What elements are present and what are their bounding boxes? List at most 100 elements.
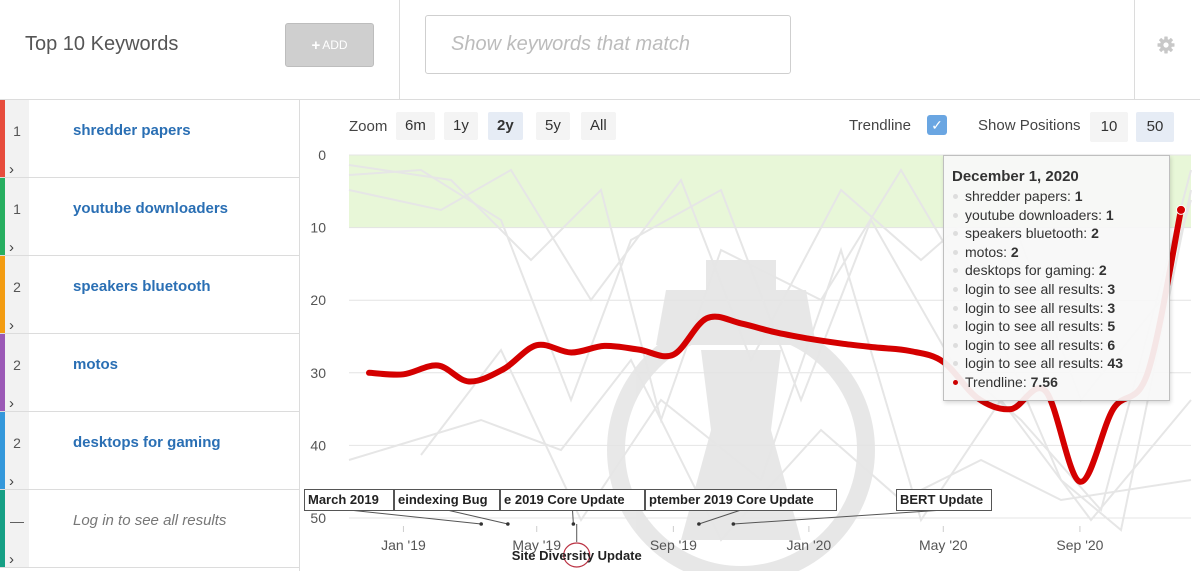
tooltip-row-value: 7.56 xyxy=(1030,373,1058,390)
algorithm-update-flag[interactable]: BERT Update xyxy=(896,489,992,511)
tooltip-row-value: 1 xyxy=(1074,188,1083,204)
tooltip-row: youtube downloaders: 1 xyxy=(952,206,1161,225)
zoom-1y-button[interactable]: 1y xyxy=(444,112,478,140)
keyword-row[interactable]: 2 › speakers bluetooth xyxy=(0,256,299,334)
keyword-filter-input[interactable] xyxy=(425,15,791,74)
series-dot-icon xyxy=(953,249,958,255)
algorithm-update-flag[interactable]: ptember 2019 Core Update xyxy=(645,489,837,511)
series-dot-icon xyxy=(953,379,958,385)
login-link[interactable]: Log in to see all results xyxy=(73,512,226,529)
chart-tooltip: December 1, 2020 shredder papers: 1 youtu… xyxy=(943,155,1170,401)
spy-watermark-logo xyxy=(607,260,875,571)
series-dot-icon xyxy=(953,194,958,199)
chevron-right-icon[interactable]: › xyxy=(9,474,14,489)
add-keyword-button[interactable]: + ADD xyxy=(285,23,374,67)
zoom-5y-button[interactable]: 5y xyxy=(536,112,570,140)
divider xyxy=(1134,0,1135,100)
series-dot-icon xyxy=(953,212,958,218)
keyword-label[interactable]: shredder papers xyxy=(73,122,191,139)
tooltip-row-value: 2 xyxy=(1091,225,1099,242)
keyword-label[interactable]: desktops for gaming xyxy=(73,434,221,451)
tooltip-row: desktops for gaming: 2 xyxy=(952,261,1161,280)
tooltip-row-value: 2 xyxy=(1010,243,1019,260)
header: Top 10 Keywords + ADD xyxy=(0,0,1200,100)
tooltip-row-label: login to see all results: xyxy=(965,355,1108,372)
algorithm-update-label[interactable]: Site Diversity Update xyxy=(512,548,642,563)
tooltip-row: login to see all results: 3 xyxy=(952,299,1161,318)
tooltip-row: speakers bluetooth: 2 xyxy=(952,224,1161,243)
tooltip-row-label: login to see all results: xyxy=(965,280,1108,297)
tooltip-row: Trendline: 7.56 xyxy=(952,373,1161,392)
keyword-row-locked[interactable]: — › Log in to see all results xyxy=(0,490,299,568)
plus-icon: + xyxy=(311,36,321,54)
chevron-right-icon[interactable]: › xyxy=(9,552,14,567)
y-tick-label: 20 xyxy=(310,292,326,308)
zoom-all-button[interactable]: All xyxy=(581,112,616,140)
tooltip-row-value: 1 xyxy=(1105,206,1114,223)
tooltip-row-value: 43 xyxy=(1107,355,1123,372)
annotation-marker xyxy=(571,522,576,526)
trendline-checkbox[interactable]: ✓ xyxy=(927,115,947,135)
tooltip-row-label: login to see all results: xyxy=(965,336,1108,353)
trendline-label: Trendline xyxy=(849,117,911,134)
annotation-marker xyxy=(506,522,510,526)
algorithm-update-flag[interactable]: eindexing Bug xyxy=(394,489,500,511)
keyword-label[interactable]: motos xyxy=(73,356,118,373)
page-title: Top 10 Keywords xyxy=(25,33,179,55)
tooltip-row-label: speakers bluetooth: xyxy=(965,225,1092,242)
keyword-row[interactable]: 2 › desktops for gaming xyxy=(0,412,299,490)
annotation-marker xyxy=(731,522,736,526)
keyword-row[interactable]: 1 › youtube downloaders xyxy=(0,178,299,256)
y-tick-label: 30 xyxy=(310,365,326,381)
rank-chart-panel: 0 10 20 30 40 50 Jan '19 May '19 Sep '19 Jan '20… xyxy=(301,100,1200,571)
gear-icon[interactable] xyxy=(1156,35,1176,55)
tooltip-row-value: 6 xyxy=(1107,336,1116,353)
keyword-label[interactable]: youtube downloaders xyxy=(73,200,228,217)
positions-50-button[interactable]: 50 xyxy=(1136,112,1174,142)
tooltip-row-value: 5 xyxy=(1107,318,1116,335)
annotation-leader-line xyxy=(572,509,574,525)
tooltip-row-value: 3 xyxy=(1107,280,1116,297)
keyword-list: 1 › shredder papers 1 › youtube download… xyxy=(0,100,300,571)
x-tick-label: Jan '19 xyxy=(381,537,426,553)
tooltip-row-label: motos: xyxy=(965,243,1011,260)
divider xyxy=(399,0,400,100)
series-dot-icon xyxy=(953,361,958,367)
chevron-right-icon[interactable]: › xyxy=(9,162,14,177)
tooltip-row-label: youtube downloaders: xyxy=(965,206,1106,223)
keyword-row[interactable]: 2 › motos xyxy=(0,334,299,412)
y-tick-label: 0 xyxy=(318,147,326,163)
tooltip-row: shredder papers: 1 xyxy=(952,187,1161,206)
tooltip-row-value: 2 xyxy=(1098,262,1107,279)
series-dot-icon xyxy=(953,268,958,274)
y-tick-label: 50 xyxy=(310,510,326,526)
annotation-leader-line xyxy=(446,509,508,525)
tooltip-row: login to see all results: 3 xyxy=(952,280,1161,299)
show-positions-label: Show Positions xyxy=(978,117,1081,134)
tooltip-row-label: desktops for gaming: xyxy=(965,262,1099,279)
tooltip-row: motos: 2 xyxy=(952,243,1161,262)
zoom-2y-button[interactable]: 2y xyxy=(488,112,523,140)
keyword-label[interactable]: speakers bluetooth xyxy=(73,278,211,295)
zoom-6m-button[interactable]: 6m xyxy=(396,112,435,140)
tooltip-row-value: 3 xyxy=(1107,299,1116,316)
chevron-right-icon[interactable]: › xyxy=(9,396,14,411)
positions-10-button[interactable]: 10 xyxy=(1090,112,1128,142)
chevron-right-icon[interactable]: › xyxy=(9,318,14,333)
x-tick-label: May '20 xyxy=(919,537,968,553)
series-dot-icon xyxy=(953,286,958,292)
chevron-right-icon[interactable]: › xyxy=(9,240,14,255)
series-dot-icon xyxy=(953,231,958,237)
zoom-label: Zoom xyxy=(349,118,388,135)
series-dot-icon xyxy=(953,324,958,330)
keyword-row[interactable]: 1 › shredder papers xyxy=(0,100,299,178)
series-dot-icon xyxy=(953,305,958,311)
trendline-hover-point xyxy=(1176,204,1187,215)
x-tick-label: Jan '20 xyxy=(787,537,832,553)
tooltip-row: login to see all results: 5 xyxy=(952,317,1161,336)
tooltip-row-label: login to see all results: xyxy=(965,318,1108,335)
algorithm-update-flag[interactable]: e 2019 Core Update xyxy=(500,489,645,511)
add-button-label: ADD xyxy=(322,38,348,52)
algorithm-update-flag[interactable]: March 2019 xyxy=(304,489,394,511)
x-tick-label: Sep '19 xyxy=(650,537,697,553)
